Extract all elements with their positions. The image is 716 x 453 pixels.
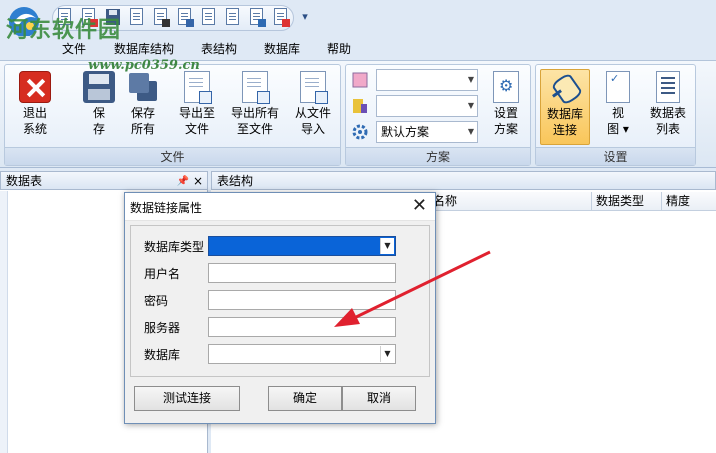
- save-all-icon[interactable]: [128, 7, 146, 27]
- chevron-down-icon: ▼: [467, 127, 474, 136]
- edit-doc-icon[interactable]: [248, 7, 266, 27]
- password-label: 密码: [144, 294, 169, 308]
- save-button[interactable]: 保 存: [81, 69, 117, 145]
- dialog-footer: 测试连接 确定 取消: [130, 381, 430, 419]
- settings-group-label: 设置: [536, 147, 695, 165]
- tables-panel-title: 数据表: [6, 174, 43, 188]
- server-field[interactable]: [208, 317, 396, 337]
- menu-tab-help[interactable]: 帮助: [327, 40, 351, 58]
- save-label: 保 存: [92, 106, 105, 136]
- color-scheme-icon: [352, 72, 368, 88]
- close-icon[interactable]: ×: [193, 172, 203, 191]
- export-all-button[interactable]: 导出所有 至文件: [227, 69, 283, 145]
- db-connect-label: 数据库 连接: [546, 107, 583, 137]
- app-window: ▾ 文件 数据库结构 表结构 数据库 帮助 退出 系统 保 存 保存 所有 导出…: [0, 0, 716, 453]
- server-label: 服务器: [144, 321, 181, 335]
- scheme-row-3: 默认方案 ▼: [352, 121, 478, 143]
- scheme-group-label: 方案: [346, 147, 530, 165]
- save-all-label: 保存 所有: [130, 106, 155, 136]
- export-doc-icon: [184, 71, 212, 104]
- export-all-label: 导出所有 至文件: [230, 106, 279, 136]
- export-to-file-button[interactable]: 导出至 文件: [173, 69, 221, 145]
- gear-icon: [352, 124, 368, 140]
- file-group: 退出 系统 保 存 保存 所有 导出至 文件 导出所有 至文件 从文件 导入 文…: [4, 64, 341, 166]
- username-field[interactable]: [208, 263, 396, 283]
- username-label: 用户名: [144, 267, 181, 281]
- floppies-icon: [127, 71, 159, 103]
- view-icon: [606, 71, 630, 103]
- scheme-group: ▼ ▼ 默认方案 ▼ 设置 方案 方案: [345, 64, 531, 166]
- file-group-label: 文件: [5, 147, 340, 165]
- database-label: 数据库: [144, 348, 181, 362]
- db-type-label: 数据库类型: [144, 240, 205, 254]
- table-list-button[interactable]: 数据表 列表: [644, 69, 692, 145]
- chevron-down-icon: ▼: [467, 101, 474, 110]
- print-icon[interactable]: [152, 7, 170, 27]
- watermark-title: 河东软件园: [6, 17, 122, 43]
- menu-tab-db-structure[interactable]: 数据库结构: [114, 40, 174, 58]
- test-connection-button[interactable]: 测试连接: [134, 386, 240, 411]
- table-doc-icon[interactable]: [272, 7, 290, 27]
- export-all-icon[interactable]: [200, 7, 218, 27]
- scheme-row-2: ▼: [352, 95, 478, 117]
- db-type-select[interactable]: ▼: [208, 236, 396, 256]
- floppy-icon: [83, 71, 115, 103]
- ribbon: 退出 系统 保 存 保存 所有 导出至 文件 导出所有 至文件 从文件 导入 文…: [0, 60, 716, 168]
- data-link-dialog: 数据链接属性 ✕ 数据库类型 ▼ 用户名 密码 服务器 数据库 ▼ 测试连接 确…: [124, 192, 436, 424]
- exit-button[interactable]: 退出 系统: [15, 69, 55, 145]
- watermark-url: www.pc0359.cn: [88, 58, 200, 73]
- column-header-precision[interactable]: 精度: [661, 192, 716, 211]
- setup-scheme-button[interactable]: 设置 方案: [486, 69, 526, 145]
- table-structure-header: 表结构: [211, 171, 716, 190]
- scheme-combo-1[interactable]: ▼: [376, 69, 478, 91]
- tables-panel-header: 数据表 📌 ×: [0, 171, 208, 190]
- scheme-combo-3[interactable]: 默认方案 ▼: [376, 121, 478, 143]
- brush-icon: [353, 99, 367, 113]
- menu-tab-table-structure[interactable]: 表结构: [201, 40, 237, 58]
- import-from-file-button[interactable]: 从文件 导入: [289, 69, 337, 145]
- db-connect-button[interactable]: 数据库 连接: [540, 69, 590, 145]
- dialog-form: 数据库类型 ▼ 用户名 密码 服务器 数据库 ▼: [130, 225, 430, 377]
- ok-button[interactable]: 确定: [268, 386, 342, 411]
- database-select[interactable]: ▼: [208, 344, 396, 364]
- table-list-icon: [656, 71, 680, 103]
- db-connect-icon: [550, 72, 580, 104]
- dialog-titlebar: 数据链接属性 ✕: [125, 193, 435, 221]
- exit-label: 退出 系统: [22, 106, 47, 136]
- password-field[interactable]: [208, 290, 396, 310]
- tree-strip: [0, 191, 8, 453]
- qat-customize-icon[interactable]: ▾: [298, 10, 312, 24]
- dialog-title: 数据链接属性: [130, 201, 203, 215]
- chevron-down-icon: ▼: [467, 75, 474, 84]
- menu-tab-database[interactable]: 数据库: [264, 40, 300, 58]
- save-all-button[interactable]: 保存 所有: [123, 69, 163, 145]
- export-label: 导出至 文件: [178, 106, 215, 136]
- pin-icon[interactable]: 📌: [177, 172, 189, 191]
- doc-list-icon[interactable]: [224, 7, 242, 27]
- view-button[interactable]: 视 图 ▾: [600, 69, 636, 145]
- import-doc-icon: [300, 71, 328, 104]
- scheme-row-1: ▼: [352, 69, 478, 91]
- import-label: 从文件 导入: [294, 106, 331, 136]
- column-header-name[interactable]: 名称: [429, 192, 591, 211]
- scheme-combo-2[interactable]: ▼: [376, 95, 478, 117]
- scheme-combo-3-value: 默认方案: [381, 125, 430, 139]
- cancel-button[interactable]: 取消: [342, 386, 416, 411]
- watermark: 河东软件园 www.pc0359.cn: [6, 12, 200, 73]
- close-icon[interactable]: ✕: [412, 196, 427, 216]
- chevron-down-icon[interactable]: ▼: [380, 346, 394, 362]
- settings-group: 数据库 连接 视 图 ▾ 数据表 列表 设置: [535, 64, 696, 166]
- table-list-label: 数据表 列表: [649, 106, 686, 136]
- gear-page-icon: [493, 71, 519, 103]
- exit-icon: [19, 71, 51, 103]
- chevron-down-icon[interactable]: ▼: [380, 238, 394, 254]
- export-icon[interactable]: [176, 7, 194, 27]
- export-all-doc-icon: [242, 71, 270, 104]
- column-header-datatype[interactable]: 数据类型: [591, 192, 661, 211]
- setup-scheme-label: 设置 方案: [493, 106, 518, 136]
- view-label: 视 图 ▾: [607, 106, 629, 136]
- table-structure-title: 表结构: [217, 174, 254, 188]
